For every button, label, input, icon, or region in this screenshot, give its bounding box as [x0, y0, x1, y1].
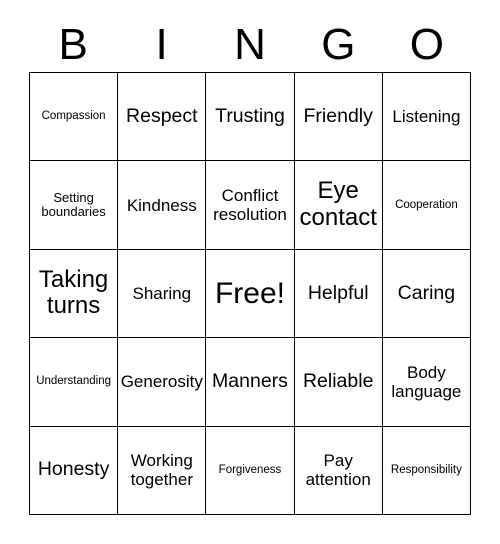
bingo-grid: Compassion Respect Trusting Friendly Lis…	[29, 72, 471, 515]
bingo-cell-label: Generosity	[120, 372, 203, 392]
bingo-cell-label: Eye contact	[299, 177, 377, 232]
bingo-cell[interactable]: Setting boundaries	[30, 161, 119, 250]
bingo-cell[interactable]: Manners	[206, 338, 295, 427]
bingo-cell[interactable]: Forgiveness	[206, 426, 295, 515]
bingo-cell-label: Responsibility	[390, 463, 462, 476]
bingo-cell[interactable]: Eye contact	[294, 161, 383, 250]
bingo-cell-label: Compassion	[41, 110, 106, 123]
bingo-cell-label: Setting boundaries	[41, 189, 106, 220]
header-letter-i: I	[155, 19, 168, 69]
bingo-cell[interactable]: Cooperation	[382, 161, 471, 250]
bingo-header: B I N G O	[29, 17, 471, 72]
header-letter-g: G	[321, 19, 356, 69]
bingo-cell[interactable]: Friendly	[294, 73, 383, 162]
bingo-cell[interactable]: Reliable	[294, 338, 383, 427]
bingo-cell-label: Caring	[397, 281, 456, 304]
bingo-cell-label: Trusting	[215, 104, 285, 127]
bingo-cell[interactable]: Trusting	[206, 73, 295, 162]
bingo-cell[interactable]: Listening	[382, 73, 471, 162]
bingo-cell[interactable]: Understanding	[30, 338, 119, 427]
bingo-cell-label: Working together	[130, 451, 193, 490]
bingo-cell-label: Manners	[212, 369, 288, 392]
bingo-cell-label: Cooperation	[395, 198, 458, 211]
header-letter-o: O	[409, 19, 444, 69]
bingo-cell[interactable]: Working together	[118, 426, 207, 515]
bingo-cell[interactable]: Honesty	[30, 426, 119, 515]
bingo-cell[interactable]: Respect	[118, 73, 207, 162]
bingo-cell[interactable]: Sharing	[118, 249, 207, 339]
bingo-cell[interactable]: Helpful	[294, 249, 383, 339]
bingo-cell[interactable]: Caring	[382, 249, 471, 339]
bingo-cell-free[interactable]: Free!	[206, 249, 295, 339]
bingo-cell[interactable]: Conflict resolution	[206, 161, 295, 250]
header-letter-b: B	[58, 19, 88, 69]
bingo-cell-label: Honesty	[37, 458, 110, 481]
header-letter-n: N	[234, 19, 266, 69]
bingo-card: B I N G O Compassion Respect Trusting Fr…	[0, 0, 500, 544]
bingo-cell-label: Friendly	[303, 104, 373, 127]
bingo-cell-label: Forgiveness	[218, 463, 282, 476]
bingo-cell-label: Body language	[391, 362, 462, 401]
bingo-cell[interactable]: Compassion	[30, 73, 119, 162]
bingo-cell-label: Reliable	[302, 369, 374, 392]
bingo-cell-label: Pay attention	[305, 451, 371, 490]
bingo-cell[interactable]: Body language	[382, 338, 471, 427]
bingo-cell-label: Free!	[214, 276, 285, 310]
bingo-cell-label: Helpful	[307, 281, 369, 304]
bingo-cell[interactable]: Kindness	[118, 161, 207, 250]
bingo-cell-label: Kindness	[126, 195, 197, 215]
bingo-cell[interactable]: Taking turns	[30, 249, 119, 339]
bingo-cell-label: Sharing	[132, 283, 192, 303]
bingo-cell[interactable]: Pay attention	[294, 426, 383, 515]
bingo-cell-label: Conflict resolution	[213, 186, 287, 225]
bingo-cell-label: Listening	[392, 107, 461, 127]
bingo-cell-label: Understanding	[36, 375, 111, 388]
bingo-cell-label: Taking turns	[38, 265, 109, 320]
bingo-cell[interactable]: Generosity	[118, 338, 207, 427]
bingo-cell-label: Respect	[126, 104, 198, 127]
bingo-cell[interactable]: Responsibility	[382, 426, 471, 515]
